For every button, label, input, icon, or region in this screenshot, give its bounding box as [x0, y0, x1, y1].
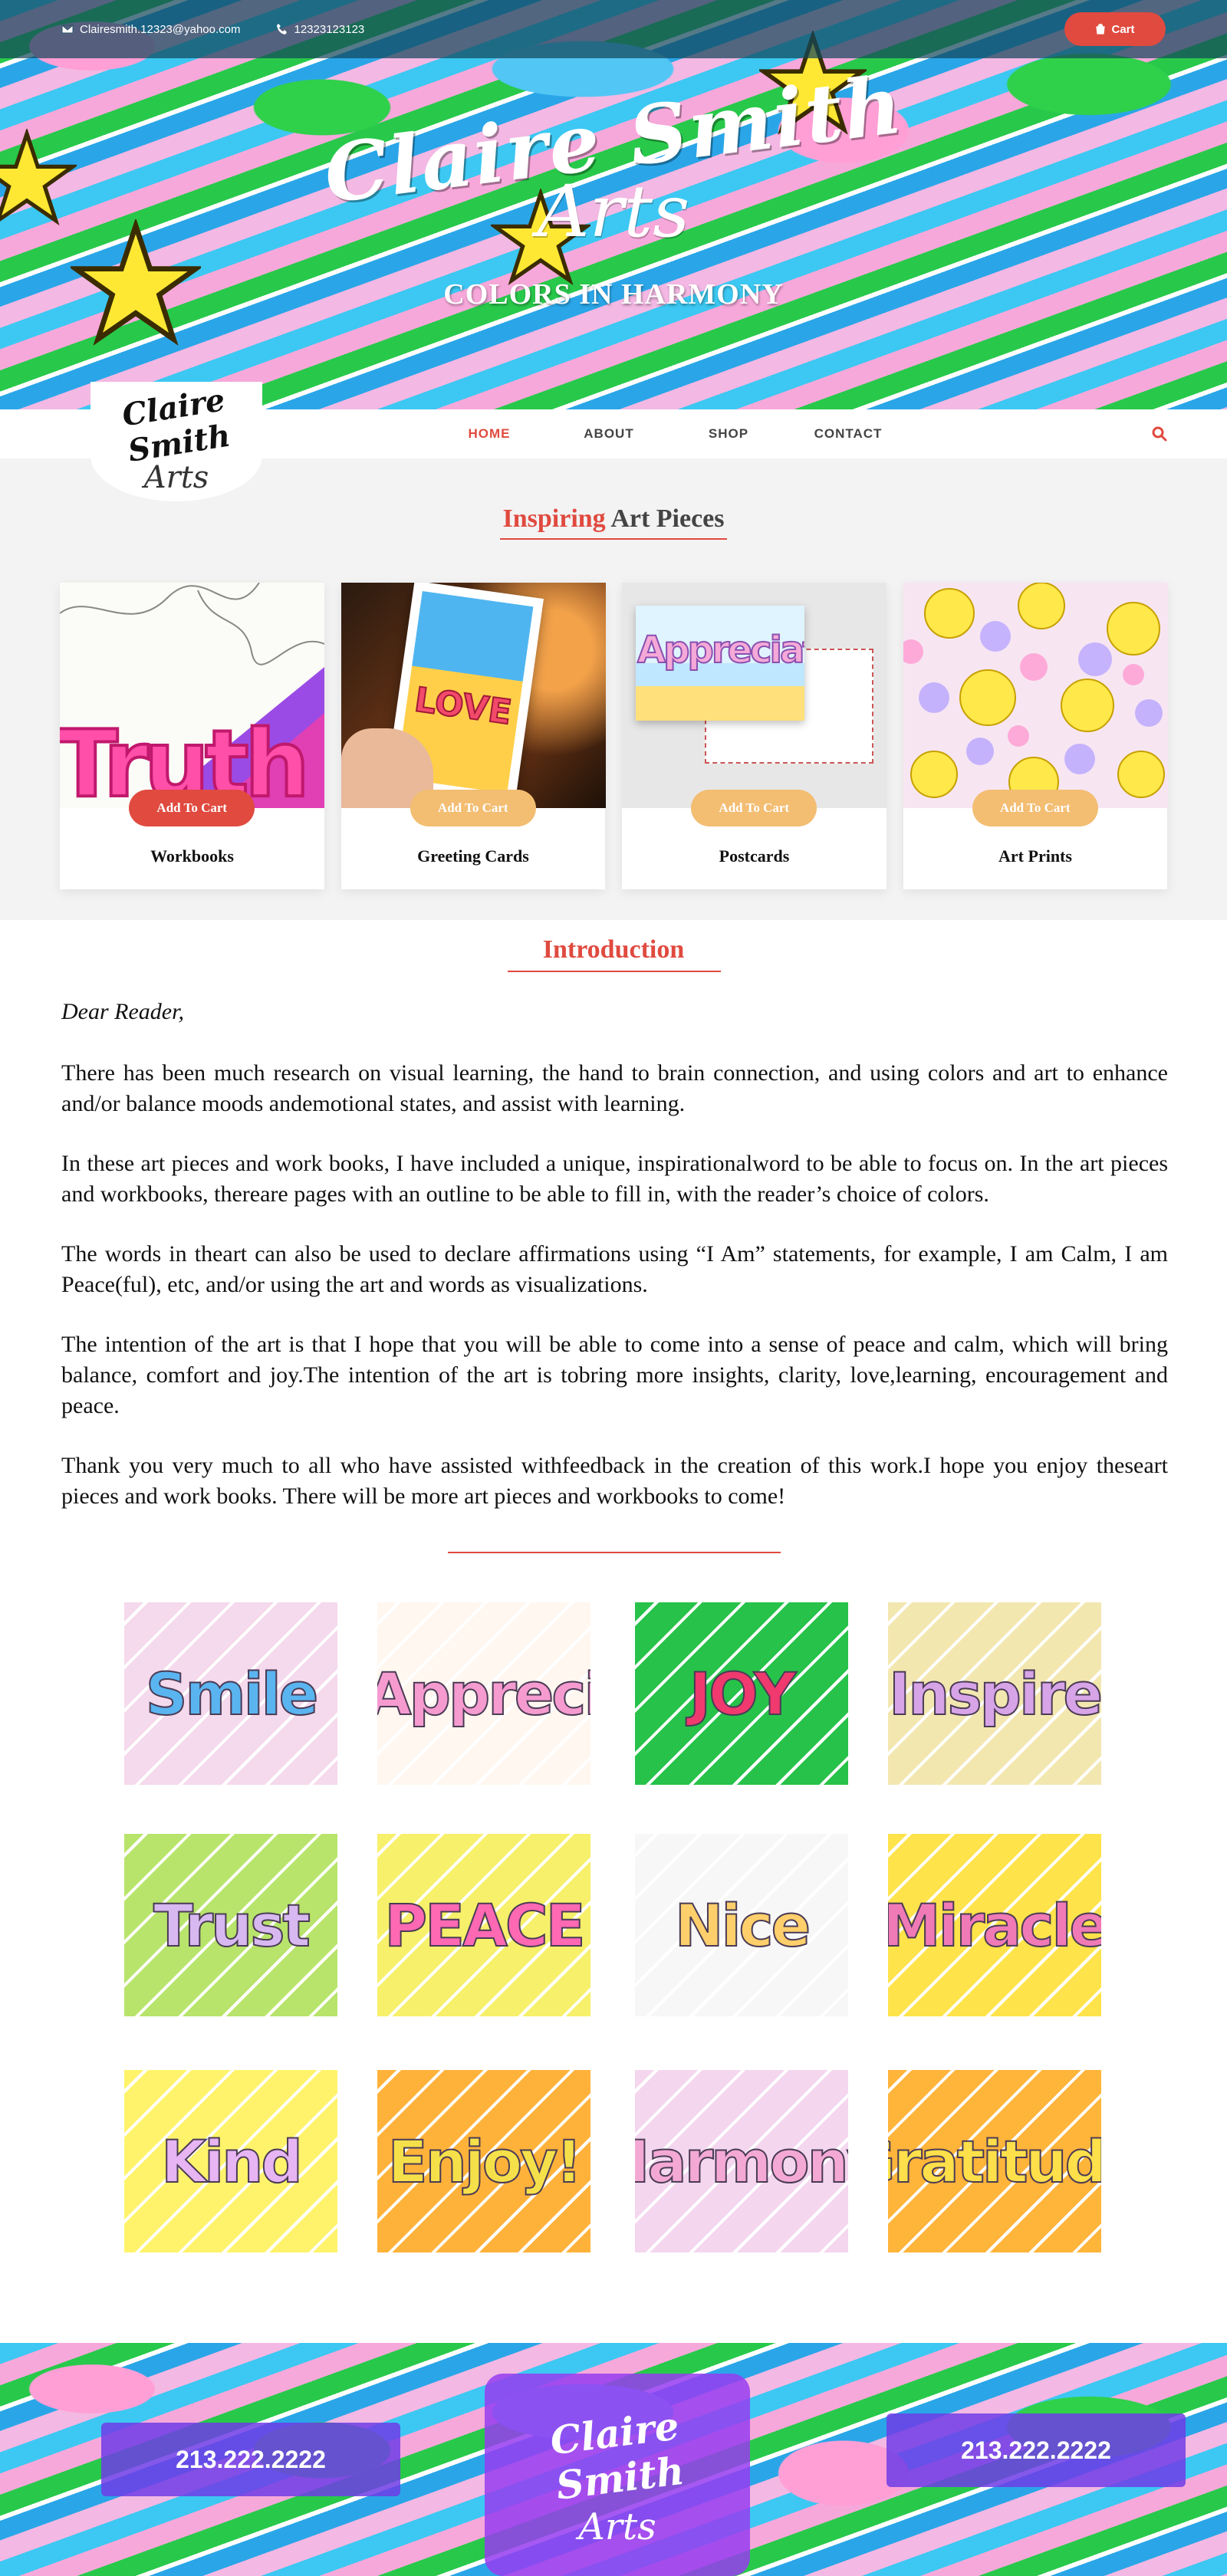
postcard-art-word: Appreciat: [637, 628, 804, 672]
hero-tagline: COLORS IN HARMONY: [443, 278, 784, 310]
nav-item-contact[interactable]: CONTACT: [788, 426, 908, 442]
title-underline: [500, 538, 727, 540]
gallery-tile[interactable]: Inspire: [888, 1602, 1101, 1785]
section-divider: [448, 1552, 781, 1553]
footer: 213.222.2222 Claire Smith Arts 213.222.2…: [0, 2343, 1227, 2576]
search-icon[interactable]: [1152, 426, 1167, 442]
cart-label: Cart: [1111, 22, 1135, 36]
tile-word: PEACE: [383, 1891, 586, 1960]
hero-logo-arts: Arts: [537, 170, 690, 254]
phone-text: 12323123123: [294, 22, 365, 36]
introduction-underline: [508, 971, 721, 972]
gallery-tile[interactable]: Harmony: [635, 2070, 848, 2252]
hero-logo: Claire Smith Arts COLORS IN HARMONY: [0, 57, 1227, 311]
nav-logo[interactable]: Claire Smith Arts: [90, 382, 262, 501]
nav-logo-script: Claire Smith: [120, 382, 233, 469]
intro-paragraph: The intention of the art is that I hope …: [61, 1332, 1168, 1418]
tile-word: Gratitude: [888, 2127, 1101, 2196]
introduction-body: Dear Reader, There has been much researc…: [61, 997, 1168, 1541]
title-rest: Art Pieces: [610, 504, 725, 533]
tile-word: Harmony: [635, 2127, 848, 2196]
tile-word: Inspire: [888, 1659, 1101, 1729]
tile-word: Miracle: [888, 1891, 1101, 1960]
add-to-cart-button[interactable]: Add To Cart: [972, 790, 1098, 826]
inspiring-art-section: Inspiring Art Pieces Truth Add To Cart W…: [0, 458, 1227, 920]
card-name[interactable]: Greeting Cards: [341, 846, 606, 866]
gallery-tile[interactable]: Gratitude: [888, 2070, 1101, 2252]
add-to-cart-button[interactable]: Add To Cart: [410, 790, 536, 826]
footer-logo[interactable]: Claire Smith Arts: [485, 2374, 750, 2576]
greeting-text: Dear Reader,: [61, 999, 184, 1024]
email-text: Clairesmith.12323@yahoo.com: [80, 22, 241, 36]
tile-word: Enjoy!: [387, 2127, 583, 2196]
gallery-tile[interactable]: Kind: [124, 2070, 337, 2252]
intro-paragraph: Thank you very much to all who have assi…: [61, 1453, 1168, 1509]
envelope-icon: [61, 25, 74, 34]
product-card-art-prints[interactable]: Add To Cart Art Prints: [903, 583, 1168, 889]
workbook-image: Truth: [60, 583, 324, 808]
nav-menu: HOME ABOUT SHOP CONTACT: [429, 409, 908, 458]
postcard-image: Appreciat: [622, 583, 887, 808]
phone-contact[interactable]: 12323123123: [276, 22, 365, 36]
gallery-tile[interactable]: PEACE: [377, 1834, 590, 2016]
tile-word: Nice: [674, 1891, 811, 1960]
product-card-greeting-cards[interactable]: LOVE Add To Cart Greeting Cards: [340, 583, 606, 889]
art-gallery: Smile Appreci JOY Inspire Trust PEACE Ni…: [124, 1602, 1103, 2254]
cart-button[interactable]: Cart: [1064, 12, 1166, 46]
product-card-workbooks[interactable]: Truth Add To Cart Workbooks: [60, 583, 324, 889]
tile-word: Appreci: [377, 1659, 590, 1729]
email-contact[interactable]: Clairesmith.12323@yahoo.com: [61, 23, 241, 36]
phone-icon: [276, 24, 287, 34]
gallery-tile[interactable]: Nice: [635, 1834, 848, 2016]
introduction-title-text: Introduction: [542, 935, 685, 964]
gallery-tile[interactable]: JOY: [635, 1602, 848, 1785]
tile-word: Kind: [160, 2127, 303, 2196]
shopping-bag-icon: [1096, 24, 1106, 34]
gallery-tile[interactable]: Miracle: [888, 1834, 1101, 2016]
product-cards: Truth Add To Cart Workbooks LOVE Add To …: [60, 583, 1168, 889]
intro-paragraph: In these art pieces and work books, I ha…: [61, 1151, 1168, 1207]
product-card-postcards[interactable]: Appreciat Add To Cart Postcards: [622, 583, 887, 889]
nav-item-home[interactable]: HOME: [429, 426, 549, 442]
tile-word: Trust: [153, 1891, 311, 1960]
gallery-tile[interactable]: Appreci: [377, 1602, 590, 1785]
footer-phone-right[interactable]: 213.222.2222: [887, 2413, 1186, 2487]
tile-word: JOY: [689, 1659, 797, 1729]
gallery-tile[interactable]: Enjoy!: [377, 2070, 590, 2252]
intro-paragraph: The words in theart can also be used to …: [61, 1241, 1168, 1297]
gallery-tile[interactable]: Smile: [124, 1602, 337, 1785]
add-to-cart-button[interactable]: Add To Cart: [129, 790, 255, 826]
tile-word: Smile: [145, 1659, 320, 1729]
section-title: Inspiring Art Pieces: [0, 504, 1227, 534]
card-name[interactable]: Workbooks: [60, 846, 324, 866]
hero-banner: Claire Smith Arts COLORS IN HARMONY: [0, 0, 1227, 409]
add-to-cart-button[interactable]: Add To Cart: [691, 790, 817, 826]
footer-phone-left[interactable]: 213.222.2222: [101, 2423, 400, 2496]
intro-paragraph: There has been much research on visual l…: [61, 1060, 1168, 1116]
greeting-card-image: LOVE: [340, 583, 606, 808]
postcard-front: Appreciat: [636, 606, 804, 721]
nav-item-shop[interactable]: SHOP: [669, 426, 788, 442]
gallery-tile[interactable]: Trust: [124, 1834, 337, 2016]
title-accent: Inspiring: [502, 504, 606, 533]
card-name[interactable]: Postcards: [622, 846, 887, 866]
introduction-title: Introduction: [0, 935, 1227, 964]
top-bar: Clairesmith.12323@yahoo.com 12323123123 …: [0, 0, 1227, 58]
footer-logo-script: Claire Smith: [548, 2403, 687, 2509]
nav-item-about[interactable]: ABOUT: [549, 426, 669, 442]
card-name[interactable]: Art Prints: [903, 846, 1168, 866]
art-print-image: [903, 583, 1168, 808]
